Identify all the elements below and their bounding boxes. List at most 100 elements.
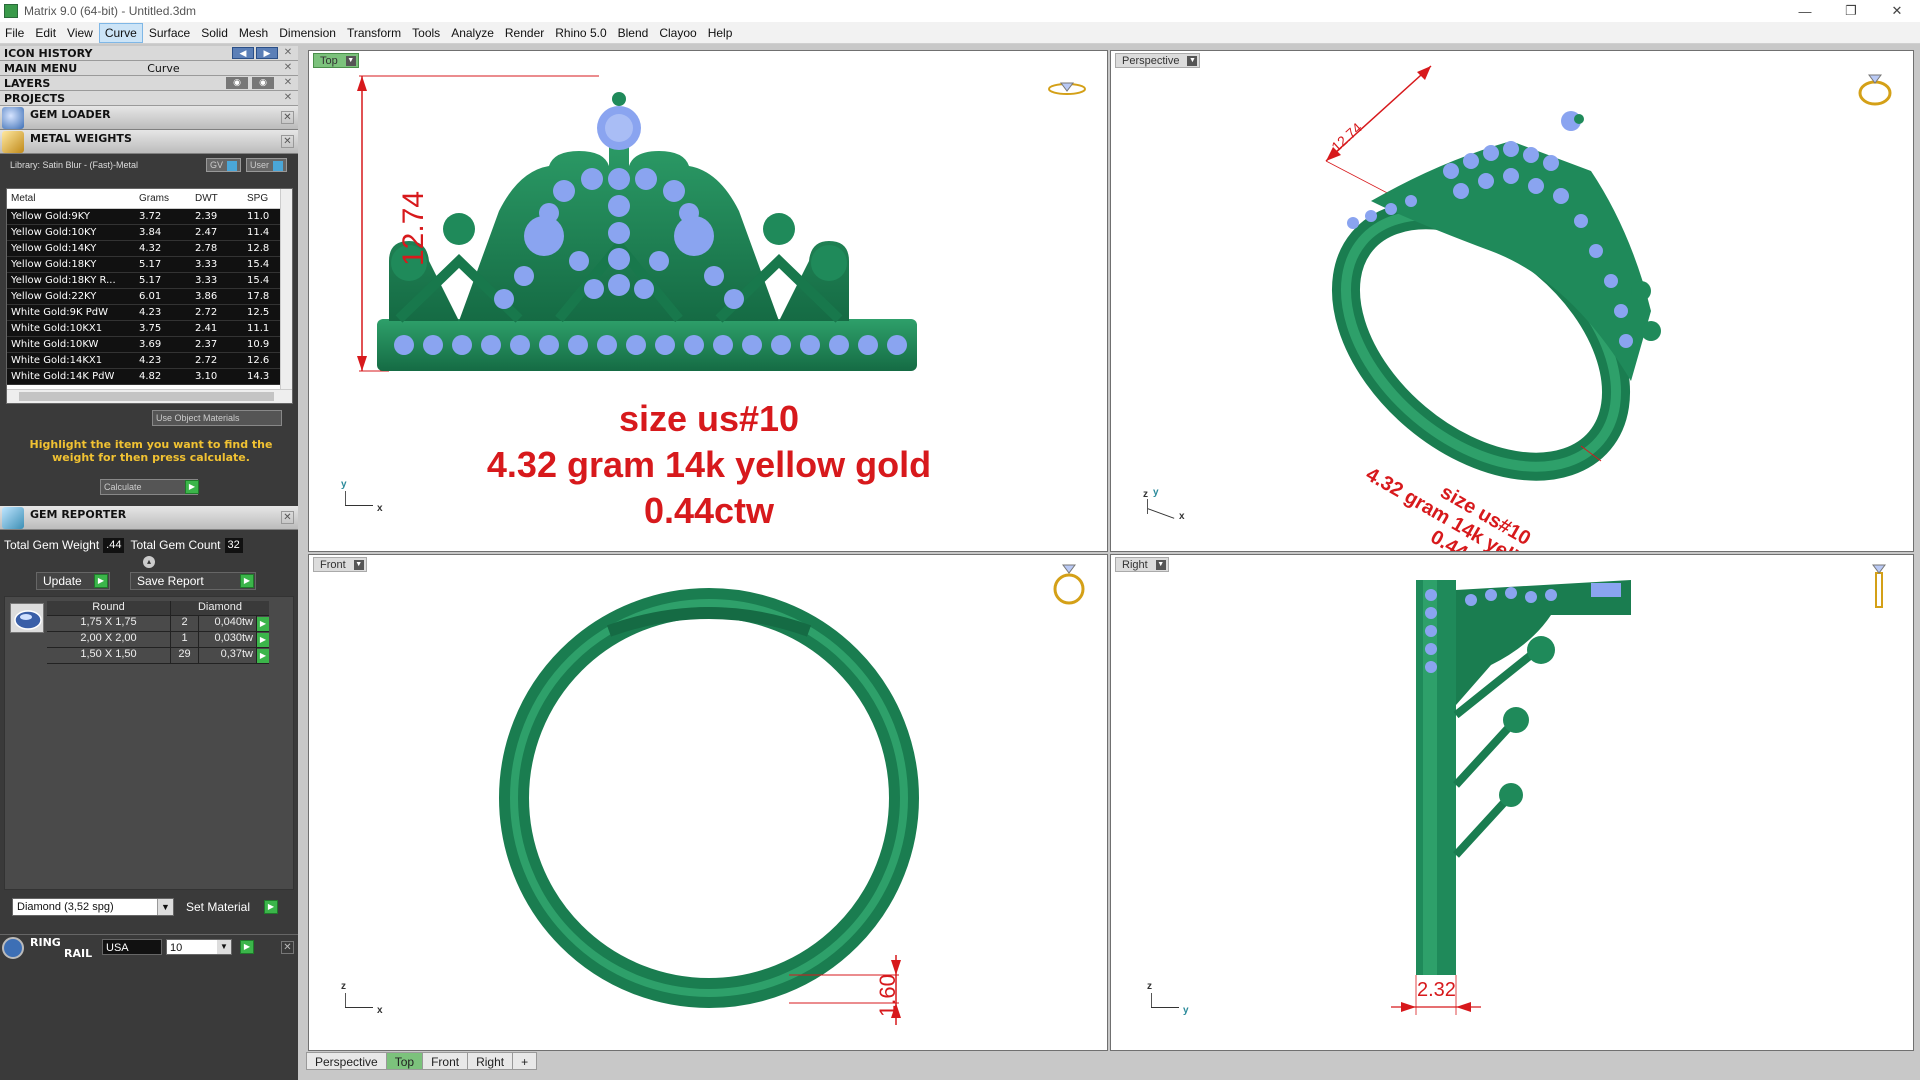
main-menu-header[interactable]: MAIN MENU Curve ✕ <box>0 61 298 76</box>
select-gem-icon[interactable]: ▶ <box>257 617 269 631</box>
chevron-down-icon[interactable]: ▼ <box>217 940 231 954</box>
eye-toggle-icon[interactable]: ◉ <box>252 77 274 89</box>
gv-toggle[interactable]: GV <box>206 158 242 172</box>
menu-view[interactable]: View <box>62 24 98 42</box>
dwt-cell: 2.37 <box>195 339 218 350</box>
menu-tools[interactable]: Tools <box>407 24 445 42</box>
gem-row[interactable]: 1,75 X 1,75 2 0,040tw ▶ <box>47 616 269 632</box>
calculate-button[interactable]: Calculate <box>100 479 198 495</box>
menu-file[interactable]: File <box>0 24 29 42</box>
select-gem-icon[interactable]: ▶ <box>257 649 269 663</box>
menu-mesh[interactable]: Mesh <box>234 24 273 42</box>
save-report-button[interactable]: Save Report <box>130 572 256 590</box>
round-diamond-icon <box>10 603 44 633</box>
close-icon[interactable]: ✕ <box>282 77 294 89</box>
menu-analyze[interactable]: Analyze <box>446 24 499 42</box>
layers-header[interactable]: LAYERS ◉ ◉ ✕ <box>0 76 298 91</box>
tab-right[interactable]: Right <box>467 1052 514 1070</box>
collapse-icon[interactable]: ▴ <box>143 556 155 568</box>
close-icon[interactable]: ✕ <box>281 111 294 124</box>
add-tab-button[interactable]: + <box>512 1052 538 1070</box>
select-gem-icon[interactable]: ▶ <box>257 633 269 647</box>
update-play-icon[interactable]: ▶ <box>94 574 108 588</box>
metal-weights-table: Metal Grams DWT SPG Yellow Gold:9KY 3.72 2… <box>6 188 293 404</box>
close-icon[interactable]: ✕ <box>282 62 294 74</box>
history-forward-icon[interactable]: ▶ <box>256 47 278 59</box>
history-back-icon[interactable]: ◀ <box>232 47 254 59</box>
menu-rhino[interactable]: Rhino 5.0 <box>550 24 611 42</box>
tab-perspective[interactable]: Perspective <box>306 1052 387 1070</box>
menu-transform[interactable]: Transform <box>342 24 406 42</box>
close-button[interactable]: ✕ <box>1874 0 1920 22</box>
set-material-button[interactable]: Set Material <box>186 898 250 916</box>
use-object-materials-button[interactable]: Use Object Materials <box>152 410 282 426</box>
save-report-play-icon[interactable]: ▶ <box>240 574 254 588</box>
menu-render[interactable]: Render <box>500 24 549 42</box>
eye-icon[interactable]: ◉ <box>226 77 248 89</box>
close-icon[interactable]: ✕ <box>282 47 294 59</box>
minimize-button[interactable]: — <box>1782 0 1828 22</box>
restore-button[interactable]: ❐ <box>1828 0 1874 22</box>
gem-loader-header[interactable]: GEM LOADER ✕ <box>0 106 298 130</box>
menu-blend[interactable]: Blend <box>613 24 654 42</box>
ring-size-select[interactable]: 10 ▼ <box>166 939 232 955</box>
thickness-dimension: 1.60 <box>875 974 900 1017</box>
user-toggle[interactable]: User <box>246 158 288 172</box>
metal-weight-hint: Highlight the item you want to find the … <box>29 438 273 464</box>
gem-material-select[interactable]: Diamond (3,52 spg) ▼ <box>12 898 174 916</box>
horizontal-scrollbar[interactable] <box>7 389 292 403</box>
gem-row[interactable]: 1,50 X 1,50 29 0,37tw ▶ <box>47 648 269 664</box>
metal-cell: Yellow Gold:14KY <box>11 243 97 254</box>
table-row[interactable]: White Gold:14KX1 4.23 2.72 12.6 <box>7 353 292 369</box>
column-header-grams[interactable]: Grams <box>135 193 191 204</box>
table-row[interactable]: Yellow Gold:14KY 4.32 2.78 12.8 <box>7 241 292 257</box>
gem-count-cell: 29 <box>171 648 199 663</box>
projects-header[interactable]: PROJECTS ✕ <box>0 91 298 106</box>
gem-row[interactable]: 2,00 X 2,00 1 0,030tw ▶ <box>47 632 269 648</box>
table-row[interactable]: Yellow Gold:18KY 5.17 3.33 15.4 <box>7 257 292 273</box>
set-material-play-icon[interactable]: ▶ <box>264 900 278 914</box>
tab-front[interactable]: Front <box>422 1052 469 1070</box>
viewport-right[interactable]: Right ▼ 2.32 zy <box>1110 554 1914 1051</box>
table-row[interactable]: Yellow Gold:22KY 6.01 3.86 17.8 <box>7 289 292 305</box>
menu-help[interactable]: Help <box>703 24 738 42</box>
vertical-scrollbar[interactable] <box>280 189 292 389</box>
table-row[interactable]: Yellow Gold:9KY 3.72 2.39 11.0 <box>7 209 292 225</box>
width-dimension: 2.32 <box>1417 979 1456 1001</box>
column-header-metal[interactable]: Metal <box>7 193 135 204</box>
close-icon[interactable]: ✕ <box>281 941 294 954</box>
grams-cell: 3.75 <box>139 323 162 334</box>
total-gem-weight-value: .44 <box>103 537 125 553</box>
layers-title: LAYERS <box>4 76 51 90</box>
close-icon[interactable]: ✕ <box>282 92 294 104</box>
close-icon[interactable]: ✕ <box>281 511 294 524</box>
close-icon[interactable]: ✕ <box>281 135 294 148</box>
total-gem-count-value: 32 <box>224 537 243 553</box>
menu-clayoo[interactable]: Clayoo <box>654 24 701 42</box>
viewport-top[interactable]: Top ▼ 12.74 size us#10 4.32 gram 14k yel… <box>308 50 1108 552</box>
ring-rail-play-icon[interactable]: ▶ <box>240 940 254 954</box>
metal-weights-header[interactable]: METAL WEIGHTS ✕ <box>0 130 298 154</box>
dwt-cell: 3.33 <box>195 259 218 270</box>
column-header-dwt[interactable]: DWT <box>191 193 243 204</box>
ring-size-standard[interactable]: USA <box>102 939 162 955</box>
menu-dimension[interactable]: Dimension <box>274 24 341 42</box>
table-row[interactable]: Yellow Gold:18KY R... 5.17 3.33 15.4 <box>7 273 292 289</box>
table-row[interactable]: White Gold:14K PdW 4.82 3.10 14.3 <box>7 369 292 385</box>
table-row[interactable]: White Gold:9K PdW 4.23 2.72 12.5 <box>7 305 292 321</box>
table-row[interactable]: White Gold:10KW 3.69 2.37 10.9 <box>7 337 292 353</box>
column-header-spg[interactable]: SPG <box>243 193 280 204</box>
menu-solid[interactable]: Solid <box>196 24 233 42</box>
menu-curve[interactable]: Curve <box>98 22 143 43</box>
viewport-front[interactable]: Front ▼ 1.60 zx <box>308 554 1108 1051</box>
chevron-down-icon[interactable]: ▼ <box>157 899 173 915</box>
calculate-play-icon[interactable]: ▶ <box>185 480 199 494</box>
tab-top[interactable]: Top <box>385 1052 424 1070</box>
icon-history-header[interactable]: ICON HISTORY ◀ ▶ ✕ <box>0 46 298 61</box>
viewport-perspective[interactable]: Perspective ▼ 12.74 size us#10 4.32 gram … <box>1110 50 1914 552</box>
menu-edit[interactable]: Edit <box>30 24 61 42</box>
menu-surface[interactable]: Surface <box>144 24 195 42</box>
gem-reporter-header[interactable]: GEM REPORTER ✕ <box>0 506 298 530</box>
table-row[interactable]: Yellow Gold:10KY 3.84 2.47 11.4 <box>7 225 292 241</box>
table-row[interactable]: White Gold:10KX1 3.75 2.41 11.1 <box>7 321 292 337</box>
